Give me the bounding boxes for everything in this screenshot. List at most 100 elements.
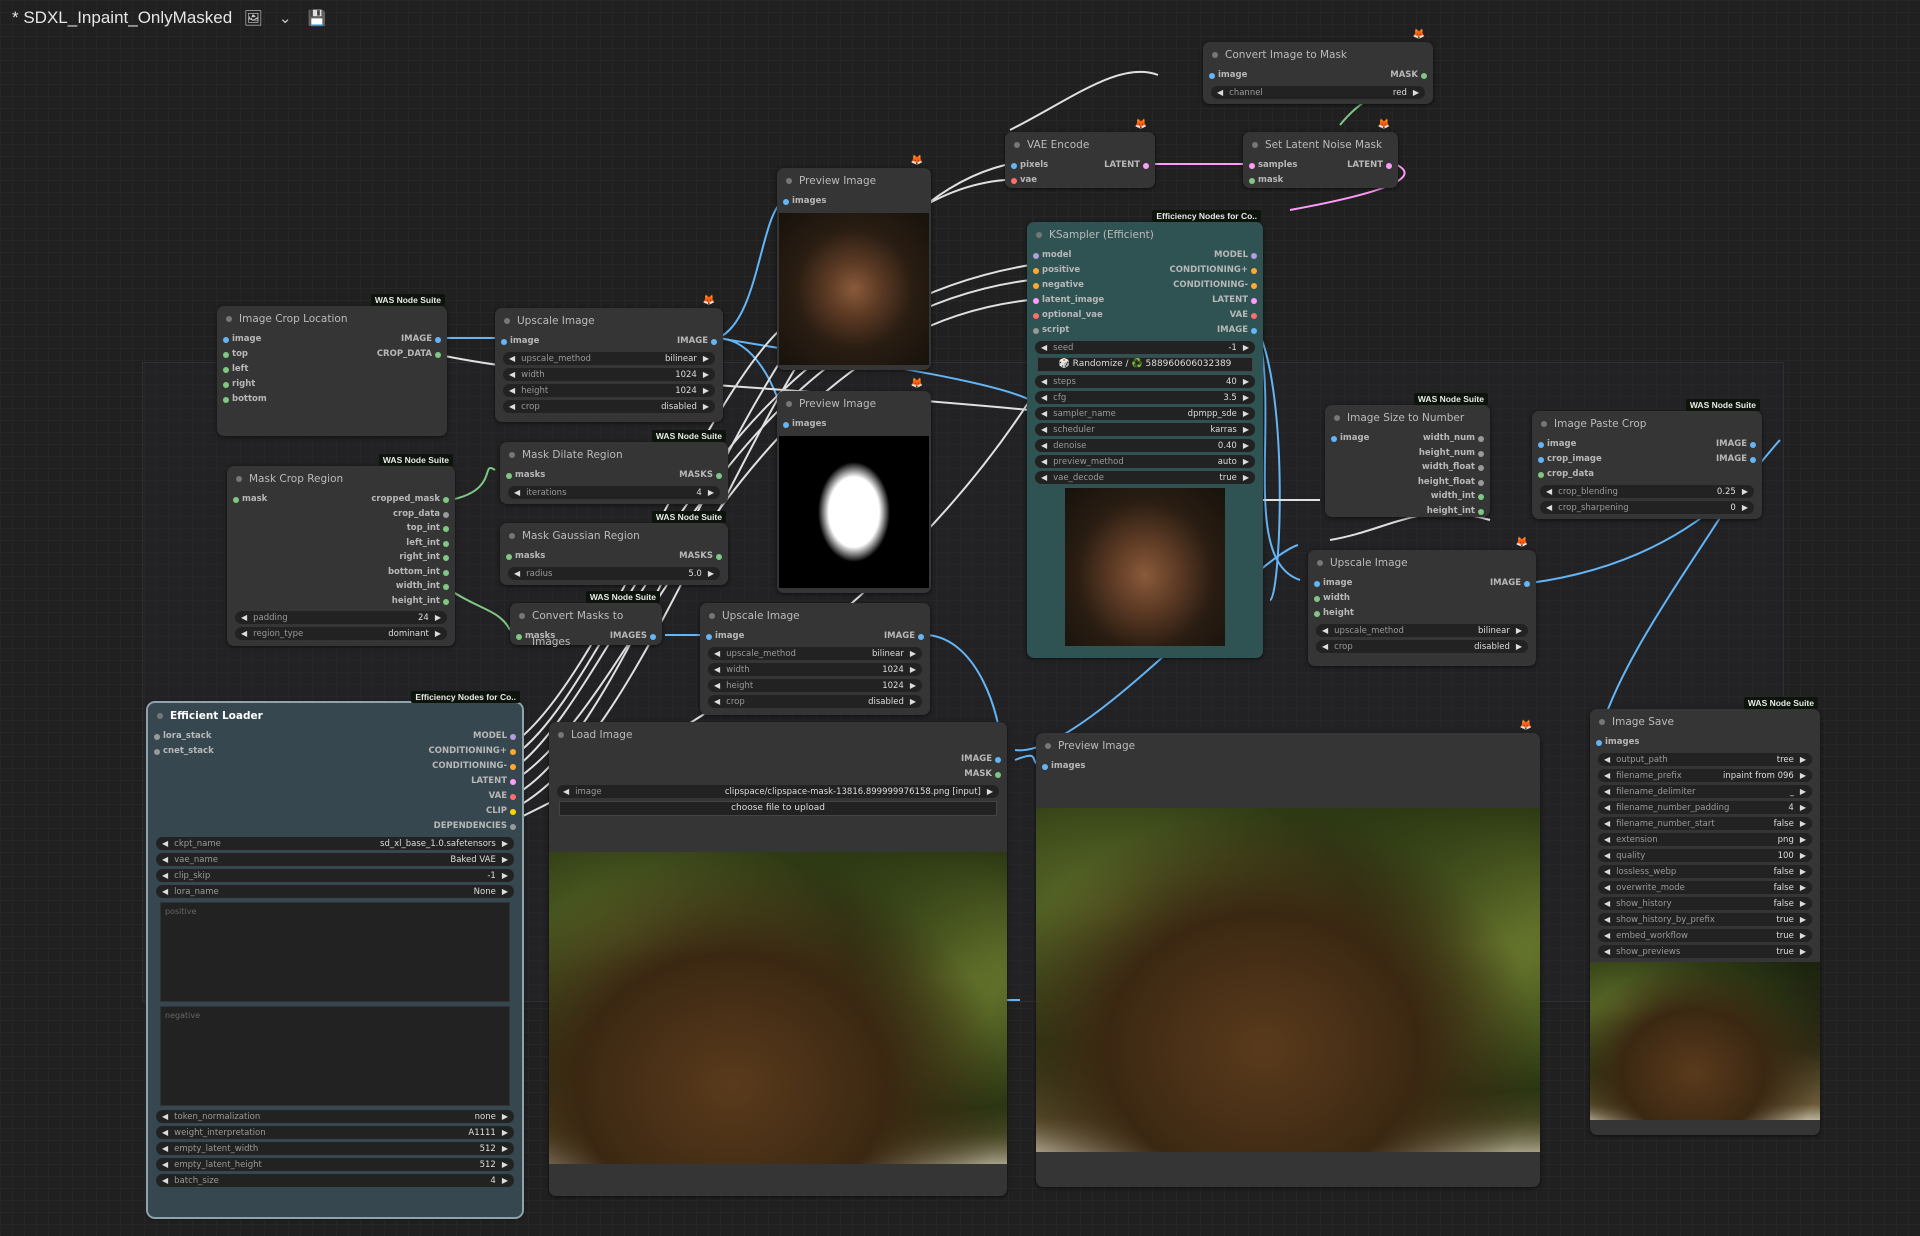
widget-sampler-name[interactable]: ◀ sampler_name dpmpp_sde ▶ [1035,407,1255,420]
widget-vae-decode[interactable]: ◀ vae_decode true ▶ [1035,471,1255,484]
widget-padding[interactable]: ◀ padding 24 ▶ [235,611,447,624]
input-image[interactable]: image [1538,437,1576,452]
input-image[interactable]: image [706,629,744,644]
node-image-size-to-number[interactable]: WAS Node Suite Image Size to Number imag… [1325,393,1490,519]
input-crop-data[interactable]: crop_data [1538,467,1594,482]
output-width-int[interactable]: width_int [396,579,449,594]
choose-file-button[interactable]: choose file to upload [559,801,997,816]
input-pixels[interactable]: pixels [1011,158,1048,173]
output-bottom-int[interactable]: bottom_int [388,565,449,580]
output-image[interactable]: IMAGE [677,334,717,349]
input-image[interactable]: image [1331,431,1369,446]
output-height-float[interactable]: height_float [1418,475,1484,490]
widget-scheduler[interactable]: ◀ scheduler karras ▶ [1035,423,1255,436]
widget-vae-name[interactable]: ◀ vae_name Baked VAE ▶ [156,853,514,866]
node-ksampler-efficient[interactable]: Efficiency Nodes for Co.. KSampler (Effi… [1027,210,1263,658]
input-crop-image[interactable]: crop_image [1538,452,1602,467]
input-negative[interactable]: negative [1033,278,1084,293]
widget-clip-skip[interactable]: ◀ clip_skip -1 ▶ [156,869,514,882]
output-vae[interactable]: VAE [489,789,516,804]
widget-preview-method[interactable]: ◀ preview_method auto ▶ [1035,455,1255,468]
widget-radius[interactable]: ◀ radius 5.0 ▶ [508,567,720,580]
output-height-int[interactable]: height_int [1427,504,1484,519]
input-model[interactable]: model [1033,248,1071,263]
input-top[interactable]: top [223,347,248,362]
widget-iterations[interactable]: ◀ iterations 4 ▶ [508,486,720,499]
widget-quality[interactable]: ◀ quality 100 ▶ [1598,849,1812,862]
output-width-float[interactable]: width_float [1422,460,1484,475]
output-mask[interactable]: MASK [964,767,1001,782]
output-image[interactable]: IMAGE [961,752,1001,767]
widget-empty-latent-width[interactable]: ◀ empty_latent_width 512 ▶ [156,1142,514,1155]
input-positive[interactable]: positive [1033,263,1080,278]
output-width-num[interactable]: width_num [1423,431,1484,446]
negative-prompt-textarea[interactable]: negative [160,1006,510,1106]
output-latent[interactable]: LATENT [1347,158,1392,173]
widget-extension[interactable]: ◀ extension png ▶ [1598,833,1812,846]
node-image-paste-crop[interactable]: WAS Node Suite Image Paste Crop image IMA… [1532,399,1762,519]
widget-crop[interactable]: ◀ crop disabled ▶ [708,695,922,708]
node-image-save[interactable]: WAS Node Suite Image Save images ◀ output… [1590,697,1820,1135]
node-mask-dilate-region[interactable]: WAS Node Suite Mask Dilate Region masks M… [500,430,728,504]
output-image[interactable]: IMAGE [1716,437,1756,452]
widget-weight-interpretation[interactable]: ◀ weight_interpretation A1111 ▶ [156,1126,514,1139]
output-image[interactable]: IMAGE [1716,452,1756,467]
input-image[interactable]: image [501,334,539,349]
output-crop-data[interactable]: CROP_DATA [377,347,441,362]
output-latent[interactable]: LATENT [471,774,516,789]
save-icon[interactable]: 💾 [306,9,328,27]
output-model[interactable]: MODEL [1214,248,1257,263]
input-bottom[interactable]: bottom [223,392,267,407]
output-vae[interactable]: VAE [1230,308,1257,323]
widget-overwrite-mode[interactable]: ◀ overwrite_mode false ▶ [1598,881,1812,894]
output-image[interactable]: IMAGE [884,629,924,644]
input-masks[interactable]: masks [506,468,545,483]
input-vae[interactable]: vae [1011,173,1037,188]
output-masks[interactable]: MASKS [679,468,722,483]
output-height-num[interactable]: height_num [1419,446,1484,461]
output-clip[interactable]: CLIP [486,804,516,819]
node-convert-masks-to-images[interactable]: WAS Node Suite Convert Masks to Images m… [510,591,662,648]
widget-denoise[interactable]: ◀ denoise 0.40 ▶ [1035,439,1255,452]
output-image[interactable]: IMAGE [1217,323,1257,338]
widget-region-type[interactable]: ◀ region_type dominant ▶ [235,627,447,640]
output-image[interactable]: IMAGE [1490,576,1530,591]
input-latent_image[interactable]: latent_image [1033,293,1104,308]
widget-width[interactable]: ◀ width 1024 ▶ [503,368,715,381]
input-cnet-stack[interactable]: cnet_stack [154,744,214,759]
widget-crop[interactable]: ◀ crop disabled ▶ [503,400,715,413]
widget-show-previews[interactable]: ◀ show_previews true ▶ [1598,945,1812,958]
input-mask[interactable]: mask [233,492,267,507]
output-width-int[interactable]: width_int [1431,489,1484,504]
node-convert-image-to-mask[interactable]: 🦊 Convert Image to Mask image MASK ◀ chann… [1203,29,1433,104]
node-upscale-image-3[interactable]: 🦊 Upscale Image image IMAGE width height ◀ u… [1308,537,1536,666]
output-dependencies[interactable]: DEPENDENCIES [434,819,516,834]
output-masks[interactable]: MASKS [679,549,722,564]
widget-seed[interactable]: ◀ seed -1 ▶ [1035,341,1255,354]
widget-image[interactable]: ◀ image clipspace/clipspace-mask-13816.899… [557,785,999,798]
output-conditioning-[interactable]: CONDITIONING- [1173,278,1257,293]
input-image[interactable]: image [1314,576,1352,591]
output-conditioning-[interactable]: CONDITIONING+ [1170,263,1257,278]
widget-height[interactable]: ◀ height 1024 ▶ [708,679,922,692]
widget-filename-number-padding[interactable]: ◀ filename_number_padding 4 ▶ [1598,801,1812,814]
randomize-seed-button[interactable]: 🎲 Randomize / ♻️ 588960606032389 [1037,357,1253,372]
input-height[interactable]: height [1314,606,1354,621]
widget-batch-size[interactable]: ◀ batch_size 4 ▶ [156,1174,514,1187]
widget-width[interactable]: ◀ width 1024 ▶ [708,663,922,676]
widget-steps[interactable]: ◀ steps 40 ▶ [1035,375,1255,388]
node-preview-image-3[interactable]: 🦊 Preview Image images [1036,720,1540,1187]
input-image[interactable]: image [1209,68,1247,83]
node-preview-image-2[interactable]: 🦊 Preview Image images [777,378,931,593]
node-image-crop-location[interactable]: WAS Node Suite Image Crop Location image… [217,294,447,436]
input-lora-stack[interactable]: lora_stack [154,729,211,744]
widget-upscale-method[interactable]: ◀ upscale_method bilinear ▶ [1316,624,1528,637]
input-script[interactable]: script [1033,323,1069,338]
output-model[interactable]: MODEL [473,729,516,744]
node-set-latent-noise-mask[interactable]: 🦊 Set Latent Noise Mask samples LATENT ma… [1243,119,1398,188]
widget-embed-workflow[interactable]: ◀ embed_workflow true ▶ [1598,929,1812,942]
output-right-int[interactable]: right_int [399,550,449,565]
widget-crop-blending[interactable]: ◀ crop_blending 0.25 ▶ [1540,485,1754,498]
input-images[interactable]: images [783,417,826,432]
widget-crop-sharpening[interactable]: ◀ crop_sharpening 0 ▶ [1540,501,1754,514]
